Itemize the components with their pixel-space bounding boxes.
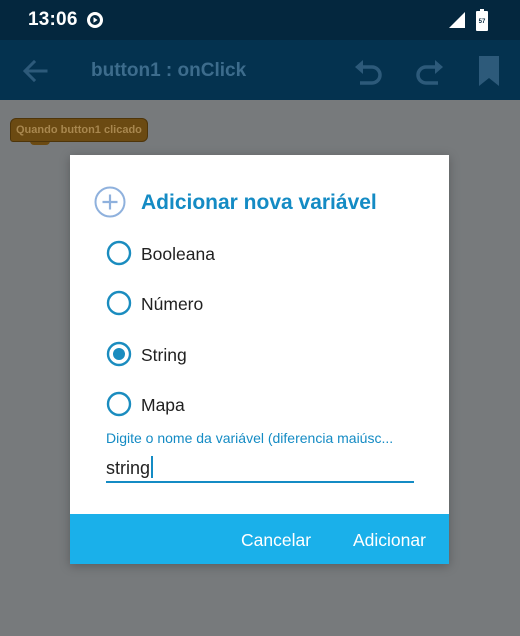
radio-unchecked-icon[interactable] <box>106 240 132 266</box>
radio-option-booleana[interactable]: Booleana <box>106 236 406 270</box>
add-circle-icon <box>94 186 126 218</box>
radio-checked-icon[interactable] <box>106 341 132 367</box>
radio-option-mapa[interactable]: Mapa <box>106 387 406 421</box>
arrow-back-icon[interactable] <box>20 56 50 86</box>
signal-icon <box>449 12 465 28</box>
variable-name-input[interactable]: string <box>106 453 414 483</box>
cancel-button[interactable]: Cancelar <box>241 530 311 551</box>
battery-level-label: 57 <box>479 19 486 25</box>
add-button[interactable]: Adicionar <box>353 530 426 551</box>
radio-unchecked-icon[interactable] <box>106 391 132 417</box>
radio-label: Mapa <box>141 395 185 415</box>
variable-name-value: string <box>106 458 151 478</box>
variable-name-value-wrap: string <box>106 456 154 479</box>
radio-label: Booleana <box>141 244 215 264</box>
radio-option-string[interactable]: String <box>106 337 406 371</box>
radio-label: Número <box>141 294 204 314</box>
dialog-title: Adicionar nova variável <box>141 191 377 214</box>
status-bar: 13:06 57 <box>0 0 520 40</box>
event-block[interactable]: Quando button1 clicado <box>10 118 148 142</box>
bookmark-icon[interactable] <box>476 55 502 87</box>
radio-label: String <box>141 345 187 365</box>
play-circle-icon <box>87 12 103 28</box>
add-variable-dialog: Adicionar nova variável Booleana Número … <box>70 155 449 564</box>
status-time: 13:06 <box>28 9 78 30</box>
variable-name-hint: Digite o nome da variável (diferencia ma… <box>106 430 394 446</box>
battery-icon: 57 <box>476 9 488 31</box>
app-bar: button1 : onClick <box>0 40 520 100</box>
radio-unchecked-icon[interactable] <box>106 290 132 316</box>
undo-icon[interactable] <box>352 56 384 86</box>
text-cursor <box>151 456 154 478</box>
redo-icon[interactable] <box>414 56 446 86</box>
dialog-actions: Cancelar Adicionar <box>70 514 449 564</box>
page-title: button1 : onClick <box>91 60 247 81</box>
radio-option-numero[interactable]: Número <box>106 286 406 320</box>
